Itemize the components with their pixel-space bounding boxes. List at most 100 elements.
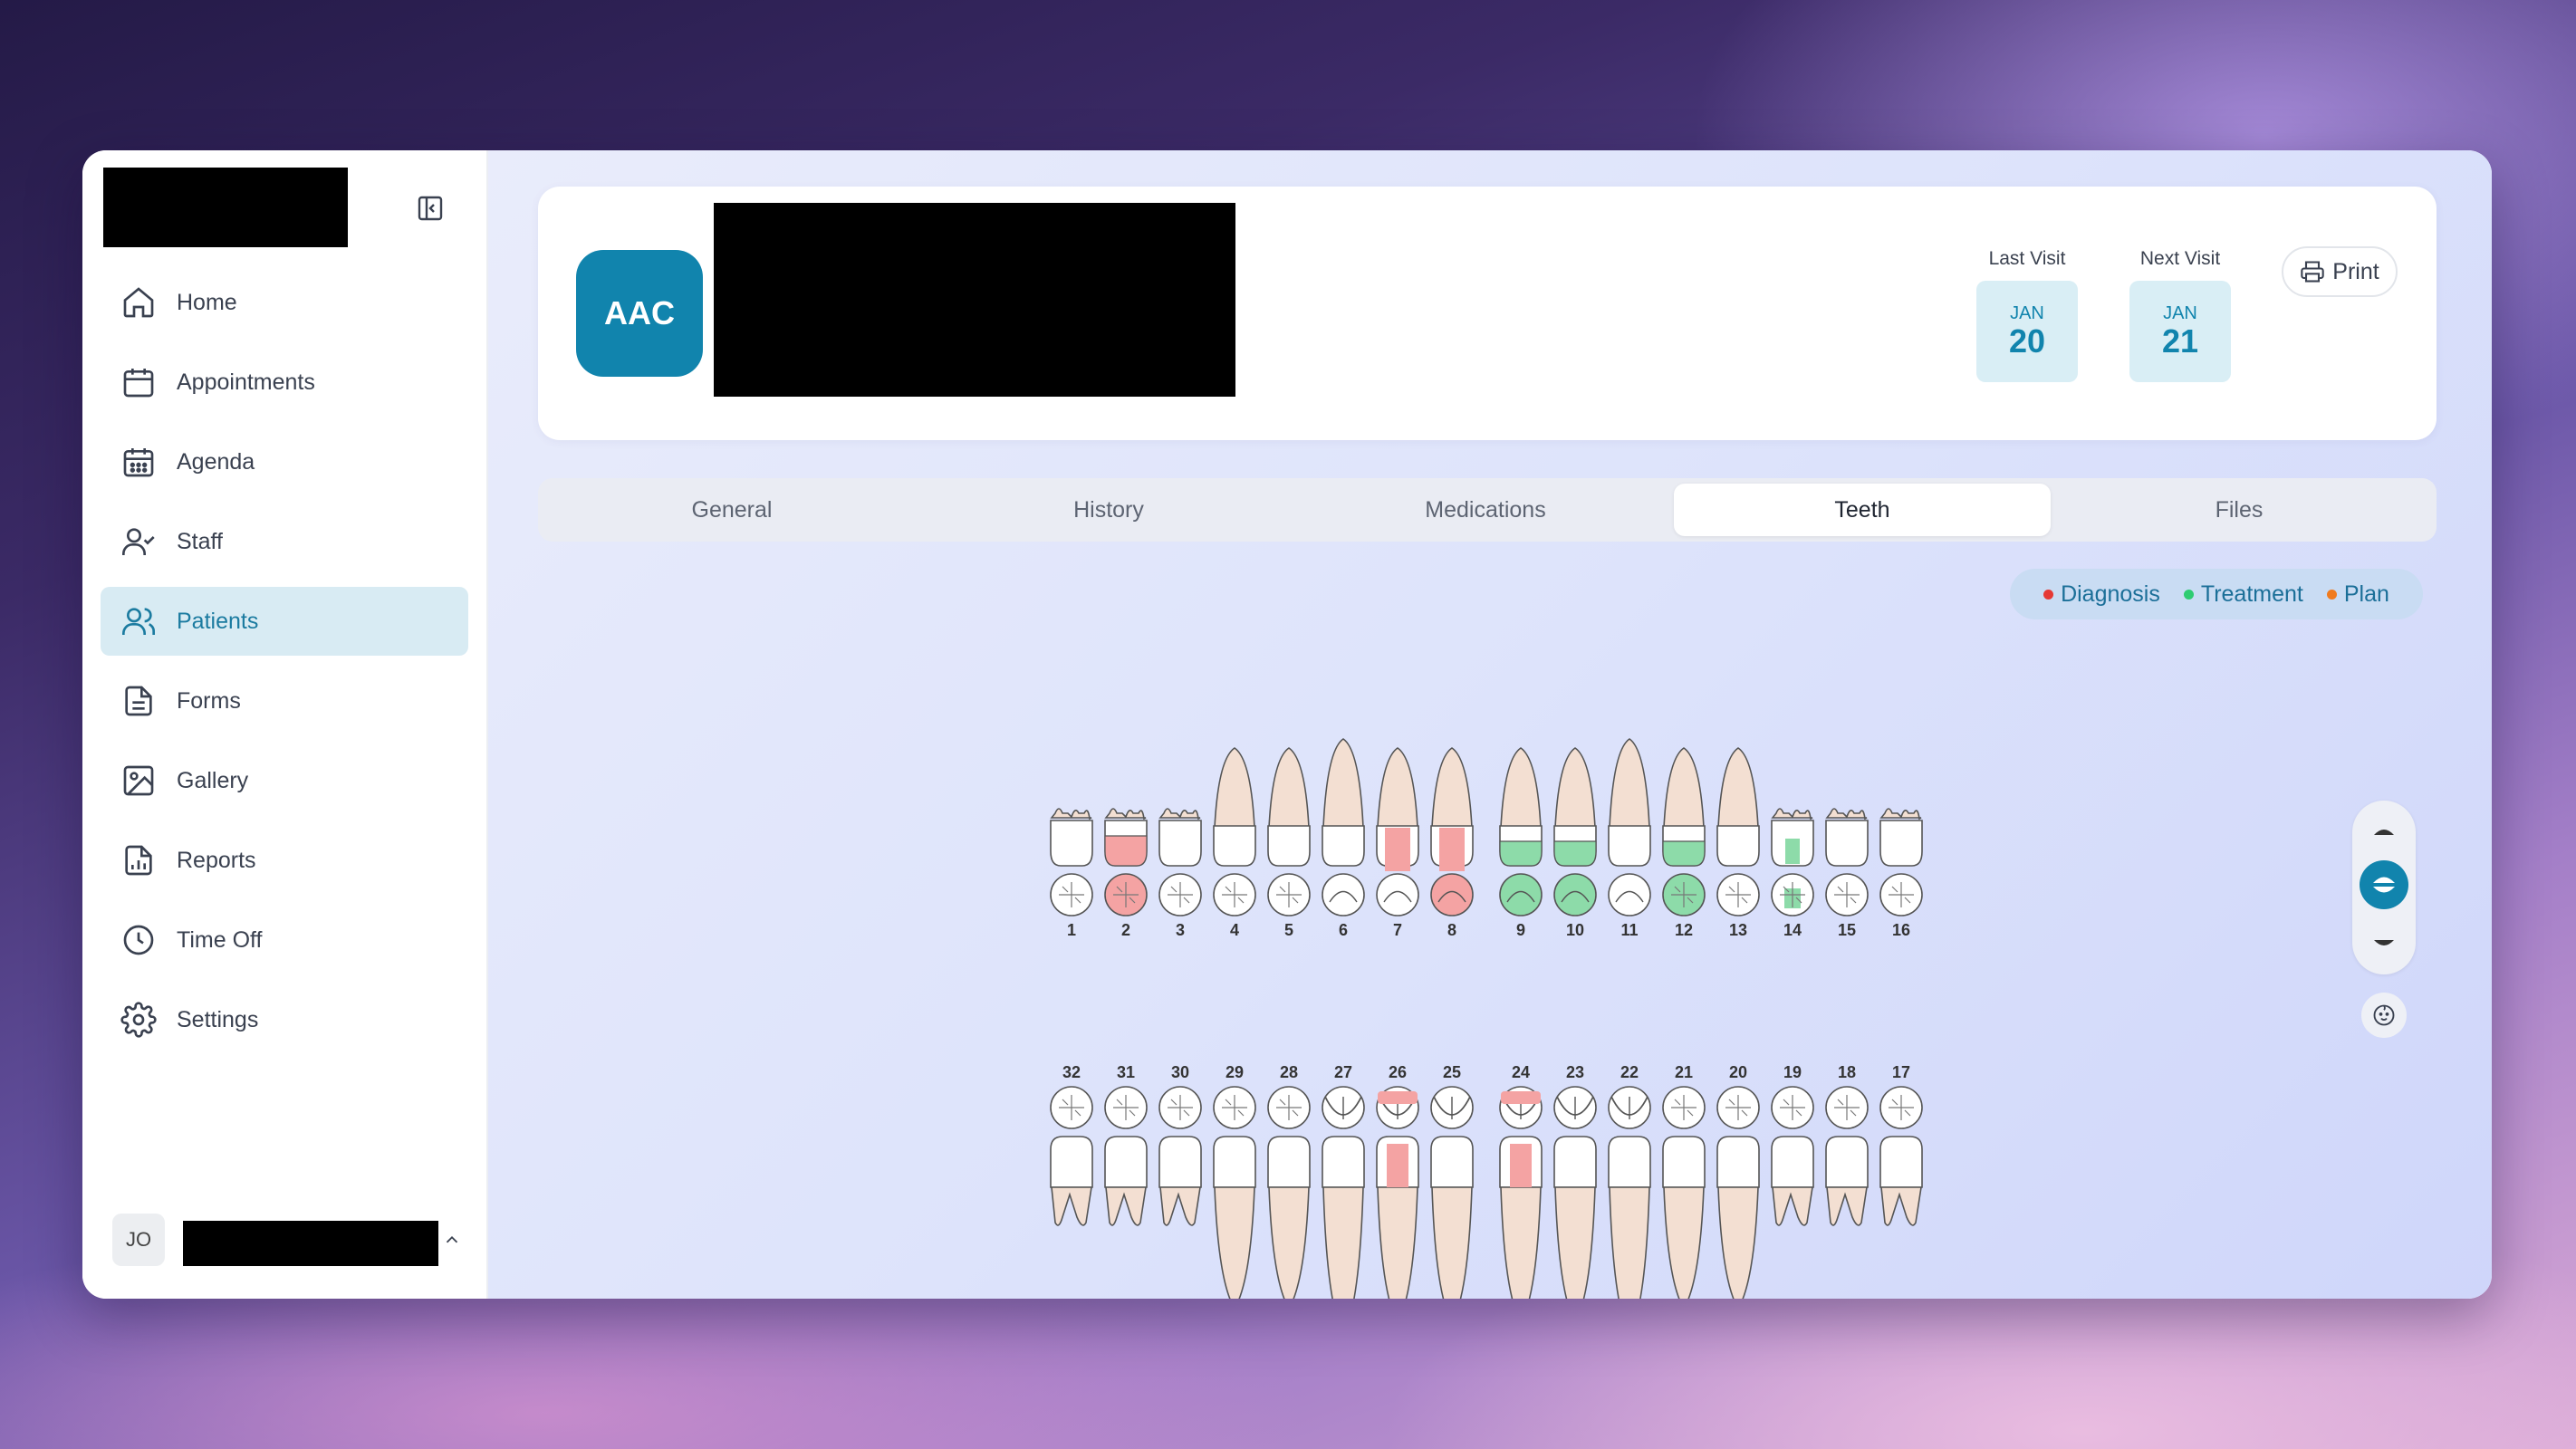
tooth-number: 16 <box>1892 921 1910 939</box>
tooth-24[interactable]: 24 <box>1499 1063 1543 1299</box>
file-text-icon <box>125 686 152 716</box>
collapse-sidebar-icon[interactable] <box>414 192 447 225</box>
tooth-9[interactable]: 9 <box>1499 747 1543 939</box>
tooth-1[interactable]: 1 <box>1050 808 1093 939</box>
legend-label: Plan <box>2343 581 2389 607</box>
lower-arch-icon[interactable] <box>2372 938 2396 951</box>
baby-face-icon <box>2373 1004 2395 1026</box>
tab-general[interactable]: General <box>543 484 920 536</box>
tooth-number: 14 <box>1783 921 1802 939</box>
tooth-4[interactable]: 4 <box>1213 747 1256 939</box>
tooth-11[interactable]: 11 <box>1608 738 1651 939</box>
tooth-2[interactable]: 2 <box>1104 808 1148 939</box>
tooth-8[interactable]: 8 <box>1430 747 1474 939</box>
tooth-26[interactable]: 26 <box>1376 1063 1419 1299</box>
sidebar-item-home[interactable]: Home <box>101 268 468 337</box>
tooth-12[interactable]: 12 <box>1662 747 1706 939</box>
print-button[interactable]: Print <box>2282 246 2398 297</box>
tooth-17[interactable]: 17 <box>1879 1063 1923 1226</box>
file-chart-icon <box>125 845 152 876</box>
tooth-number: 31 <box>1117 1063 1135 1081</box>
tab-history[interactable]: History <box>920 484 1297 536</box>
tooth-28[interactable]: 28 <box>1267 1063 1311 1299</box>
tooth-number: 29 <box>1226 1063 1244 1081</box>
tooth-30[interactable]: 30 <box>1158 1063 1202 1226</box>
last-visit: Last Visit JAN 20 <box>1976 248 2078 382</box>
image-icon <box>123 765 154 796</box>
legend-diagnosis[interactable]: Diagnosis <box>2043 581 2160 608</box>
tooth-14[interactable]: 14 <box>1771 808 1814 939</box>
tooth-10[interactable]: 10 <box>1553 747 1597 939</box>
patient-name-redacted <box>714 203 1235 397</box>
tooth-number: 7 <box>1393 921 1402 939</box>
sidebar-item-label: Reports <box>177 847 256 873</box>
calendar-grid-icon <box>123 448 154 477</box>
tooth-chart: 1 2 3 4 5 6 7 8 9 10 11 12 13 14 15 1632 31 30 29 28 27 26 25 2… <box>1050 738 1923 1299</box>
tooth-20[interactable]: 20 <box>1716 1063 1760 1299</box>
legend-treatment[interactable]: Treatment <box>2183 581 2303 608</box>
patient-header-card: AAC Last Visit JAN 20 Next Visit JAN 21 … <box>538 187 2437 440</box>
tooth-27[interactable]: 27 <box>1322 1063 1365 1299</box>
tab-files[interactable]: Files <box>2051 484 2427 536</box>
tooth-31[interactable]: 31 <box>1104 1063 1148 1226</box>
tooth-18[interactable]: 18 <box>1825 1063 1869 1226</box>
chevron-up-icon[interactable] <box>442 1230 462 1250</box>
tooth-7[interactable]: 7 <box>1376 747 1419 939</box>
tab-teeth[interactable]: Teeth <box>1674 484 2051 536</box>
main-content: AAC Last Visit JAN 20 Next Visit JAN 21 … <box>488 150 2492 1299</box>
sidebar-item-reports[interactable]: Reports <box>101 826 468 895</box>
sidebar-item-label: Appointments <box>177 369 315 395</box>
tooth-29[interactable]: 29 <box>1213 1063 1256 1299</box>
next-visit-date: JAN 21 <box>2129 281 2231 382</box>
sidebar-item-staff[interactable]: Staff <box>101 507 468 576</box>
tooth-21[interactable]: 21 <box>1662 1063 1706 1299</box>
both-arches-button[interactable] <box>2360 860 2408 909</box>
print-label: Print <box>2332 258 2379 284</box>
next-visit-day: 21 <box>2161 322 2199 360</box>
tab-medications[interactable]: Medications <box>1297 484 1674 536</box>
legend-label: Treatment <box>2200 581 2303 607</box>
patient-tabs: General History Medications Teeth Files <box>538 478 2437 542</box>
sidebar-item-gallery[interactable]: Gallery <box>101 746 468 815</box>
sidebar-item-time-off[interactable]: Time Off <box>101 906 468 974</box>
tooth-19[interactable]: 19 <box>1771 1063 1814 1226</box>
sidebar-nav: Home Appointments Agenda Staff Patients … <box>101 268 468 1065</box>
tooth-number: 27 <box>1334 1063 1352 1081</box>
sidebar-item-settings[interactable]: Settings <box>101 985 468 1054</box>
last-visit-day: 20 <box>2008 322 2046 360</box>
tooth-number: 8 <box>1447 921 1456 939</box>
tooth-5[interactable]: 5 <box>1267 747 1311 939</box>
sidebar-item-agenda[interactable]: Agenda <box>101 427 468 496</box>
tooth-16[interactable]: 16 <box>1879 808 1923 939</box>
tooth-32[interactable]: 32 <box>1050 1063 1093 1226</box>
tooth-25[interactable]: 25 <box>1430 1063 1474 1299</box>
legend-plan[interactable]: Plan <box>2326 581 2389 608</box>
sidebar-item-forms[interactable]: Forms <box>101 667 468 735</box>
tooth-23[interactable]: 23 <box>1553 1063 1597 1299</box>
tooth-number: 3 <box>1176 921 1185 939</box>
tooth-number: 2 <box>1121 921 1130 939</box>
app-window: Home Appointments Agenda Staff Patients … <box>82 150 2492 1299</box>
avatar: JO <box>112 1214 165 1266</box>
tooth-13[interactable]: 13 <box>1716 747 1760 939</box>
tooth-22[interactable]: 22 <box>1608 1063 1651 1299</box>
legend-label: Diagnosis <box>2061 581 2160 607</box>
upper-arch-icon[interactable] <box>2372 824 2396 837</box>
tooth-number: 12 <box>1675 921 1693 939</box>
tooth-3[interactable]: 3 <box>1158 808 1202 939</box>
tooth-number: 5 <box>1284 921 1293 939</box>
tooth-15[interactable]: 15 <box>1825 808 1869 939</box>
sidebar-item-patients[interactable]: Patients <box>101 587 468 656</box>
sidebar-item-appointments[interactable]: Appointments <box>101 348 468 417</box>
home-icon <box>123 287 154 318</box>
tooth-number: 9 <box>1516 921 1525 939</box>
child-mode-button[interactable] <box>2361 993 2407 1038</box>
tooth-number: 1 <box>1067 921 1076 939</box>
user-check-icon <box>122 528 155 555</box>
user-menu[interactable]: JO <box>112 1214 466 1266</box>
tooth-number: 15 <box>1838 921 1856 939</box>
tooth-number: 30 <box>1171 1063 1189 1081</box>
sidebar-item-label: Settings <box>177 1006 259 1032</box>
tooth-number: 17 <box>1892 1063 1910 1081</box>
tooth-6[interactable]: 6 <box>1322 738 1365 939</box>
